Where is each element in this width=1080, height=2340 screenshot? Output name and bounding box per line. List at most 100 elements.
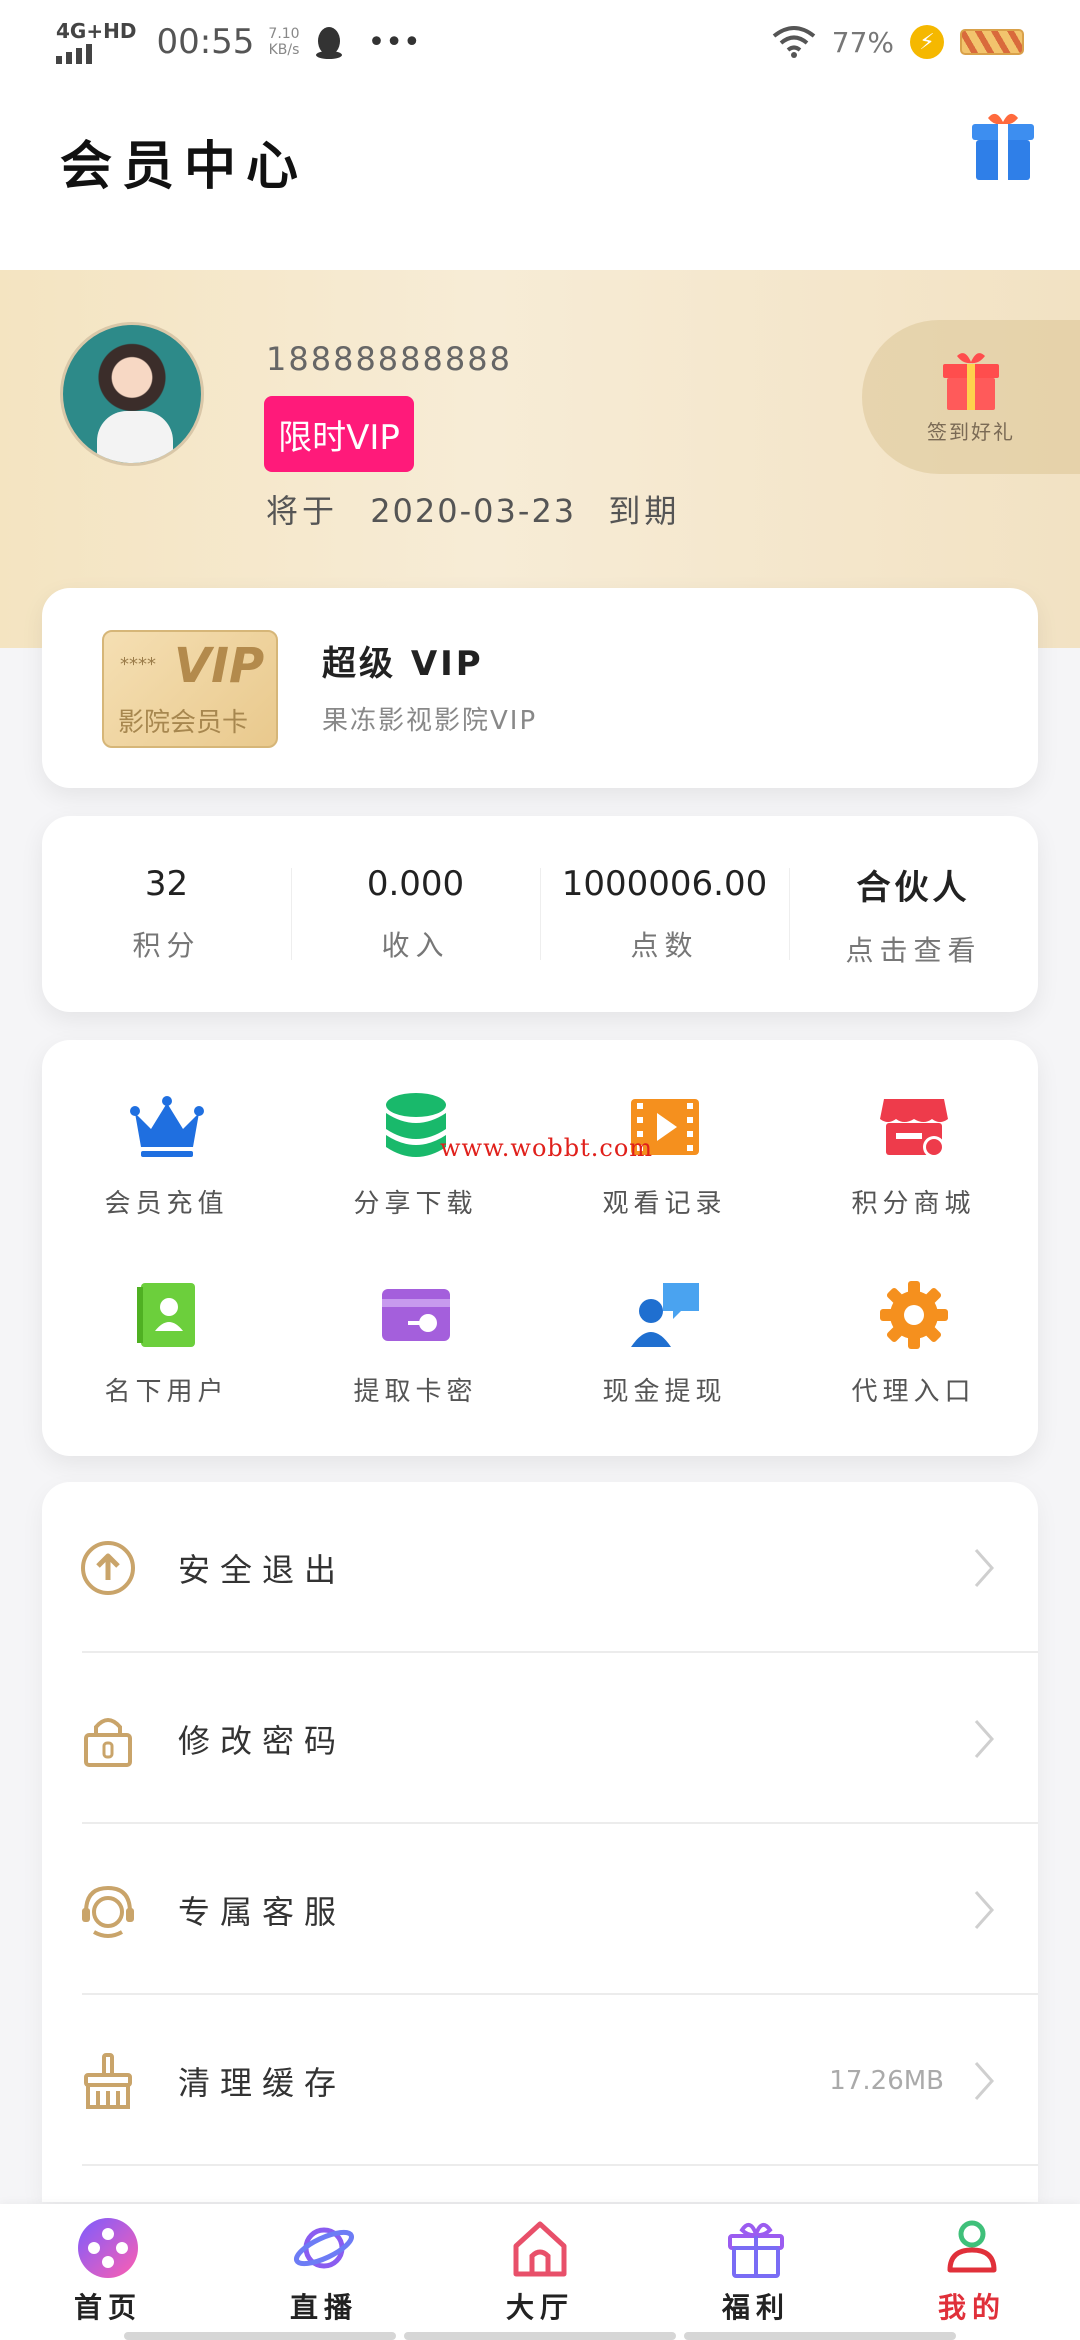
stat-label: 收入	[381, 929, 450, 962]
profile-icon	[947, 2220, 997, 2273]
grid-item-points-mall[interactable]: 积分商城	[789, 1060, 1038, 1248]
network-indicator: 4G+HD	[56, 21, 136, 64]
stat-credits[interactable]: 1000006.00 点数	[540, 816, 789, 1012]
stat-income[interactable]: 0.000 收入	[291, 816, 540, 1012]
home-indicator	[124, 2332, 956, 2340]
nav-label: 直播	[289, 2291, 358, 2324]
vip-card-image: **** VIP 影院会员卡	[102, 630, 278, 748]
network-speed-value: 7.10	[268, 26, 300, 42]
nav-label: 首页	[73, 2291, 142, 2324]
feature-grid: 会员充值 分享下载 观看记录 积分商城 名下用户 提取卡密 现金提现 代理入口	[42, 1040, 1038, 1456]
home-icon	[513, 2221, 567, 2277]
grid-label: 名下用户	[104, 1376, 229, 1407]
grid-label: 观看记录	[602, 1188, 727, 1219]
gift-icon	[728, 2222, 784, 2278]
stat-label: 积分	[132, 929, 201, 962]
menu-label: 安全退出	[178, 1550, 347, 1589]
phone-number: 18888888888	[266, 340, 512, 378]
menu-label: 专属客服	[178, 1892, 347, 1931]
cache-size: 17.26MB	[829, 2065, 944, 2096]
status-bar: 4G+HD 00:55 7.10 KB/s ••• 77% ⚡	[0, 0, 1080, 84]
nav-item-hall[interactable]: 大厅	[432, 2204, 648, 2340]
grid-label: 代理入口	[851, 1376, 976, 1407]
gift-box-icon[interactable]	[968, 108, 1038, 184]
grid-item-my-users[interactable]: 名下用户	[42, 1248, 291, 1436]
store-icon	[879, 1098, 948, 1158]
card-key-icon	[381, 1288, 450, 1341]
network-speed-unit: KB/s	[268, 42, 300, 58]
nav-label: 福利	[721, 2291, 790, 2324]
stat-value: 1000006.00	[561, 864, 768, 904]
vip-subtitle: 果冻影视影院VIP	[322, 706, 538, 736]
stat-label: 点击查看	[845, 933, 982, 967]
menu-label: 修改密码	[178, 1721, 347, 1760]
expiry-suffix: 到期	[608, 492, 681, 530]
grid-item-redeem-card[interactable]: 提取卡密	[291, 1248, 540, 1436]
stat-value: 32	[144, 864, 189, 904]
bottom-nav: 首页 直播 大厅 福利 我的	[0, 2204, 1080, 2340]
vip-card[interactable]: **** VIP 影院会员卡 超级 VIP 果冻影视影院VIP	[42, 588, 1038, 788]
qq-penguin-icon	[315, 27, 342, 59]
nav-item-home[interactable]: 首页	[0, 2204, 216, 2340]
header: 会员中心	[0, 84, 1080, 270]
battery-icon	[960, 29, 1024, 55]
vip-card-stars: ****	[120, 654, 156, 675]
gift-icon	[943, 352, 999, 410]
menu-item-logout[interactable]: 安全退出	[42, 1482, 1038, 1653]
grid-label: 提取卡密	[353, 1376, 478, 1407]
network-type-label: 4G+HD	[56, 18, 137, 43]
vip-card-name: 影院会员卡	[118, 708, 249, 738]
avatar[interactable]	[60, 322, 204, 466]
crown-icon	[129, 1095, 204, 1157]
stat-value: 合伙人	[856, 867, 971, 908]
menu-item-customer-service[interactable]: 专属客服	[42, 1824, 1038, 1995]
stat-points[interactable]: 32 积分	[42, 816, 291, 1012]
menu-item-change-password[interactable]: 修改密码	[42, 1653, 1038, 1824]
watermark-text: www.wobbt.com	[440, 1134, 654, 1162]
headset-icon	[82, 1885, 134, 1938]
checkin-label: 签到好礼	[927, 419, 1015, 444]
expiry-prefix: 将于	[266, 492, 339, 530]
chevron-right-icon	[974, 1548, 995, 1587]
grid-item-agent-portal[interactable]: 代理入口	[789, 1248, 1038, 1436]
nav-item-welfare[interactable]: 福利	[648, 2204, 864, 2340]
network-speed: 7.10 KB/s	[268, 26, 299, 58]
page-title: 会员中心	[60, 136, 309, 197]
chevron-right-icon	[974, 1719, 995, 1758]
vip-card-vip-text: VIP	[174, 638, 265, 694]
expiry-info: 将于 2020-03-23 到期	[266, 486, 680, 532]
gear-icon	[879, 1280, 948, 1349]
more-notifications-icon: •••	[367, 24, 421, 60]
nav-label: 大厅	[505, 2291, 574, 2324]
nav-label: 我的	[937, 2291, 1006, 2324]
chevron-right-icon	[974, 1890, 995, 1929]
grid-item-cash-withdraw[interactable]: 现金提现	[540, 1248, 789, 1436]
user-chat-icon	[630, 1282, 699, 1347]
lock-icon	[84, 1717, 132, 1767]
stat-label: 点数	[630, 929, 699, 962]
nav-item-mine[interactable]: 我的	[864, 2204, 1080, 2340]
stat-value: 0.000	[366, 864, 465, 904]
grid-item-recharge[interactable]: 会员充值	[42, 1060, 291, 1248]
broom-icon	[84, 2052, 132, 2109]
grid-label: 积分商城	[851, 1188, 976, 1219]
menu-label: 清理缓存	[178, 2063, 347, 2102]
grid-label: 分享下载	[353, 1188, 478, 1219]
wifi-icon	[772, 26, 816, 58]
logout-icon	[81, 1540, 135, 1595]
nav-item-live[interactable]: 直播	[216, 2204, 432, 2340]
vip-title: 超级 VIP	[322, 644, 484, 684]
chevron-right-icon	[974, 2061, 995, 2100]
planet-icon	[293, 2227, 355, 2269]
signal-icon	[56, 43, 92, 64]
film-reel-icon	[78, 2218, 138, 2278]
stat-partner[interactable]: 合伙人 点击查看	[789, 816, 1038, 1012]
settings-menu: 安全退出 修改密码 专属客服 清理缓存 17.26MB	[42, 1482, 1038, 2202]
stats-card: 32 积分 0.000 收入 1000006.00 点数 合伙人 点击查看	[42, 816, 1038, 1012]
charging-bolt-icon: ⚡	[910, 25, 944, 59]
checkin-gift-button[interactable]: 签到好礼	[862, 320, 1080, 474]
grid-label: 会员充值	[104, 1188, 229, 1219]
vip-badge: 限时VIP	[264, 396, 414, 472]
menu-item-clear-cache[interactable]: 清理缓存 17.26MB	[42, 1995, 1038, 2166]
grid-label: 现金提现	[602, 1376, 727, 1407]
